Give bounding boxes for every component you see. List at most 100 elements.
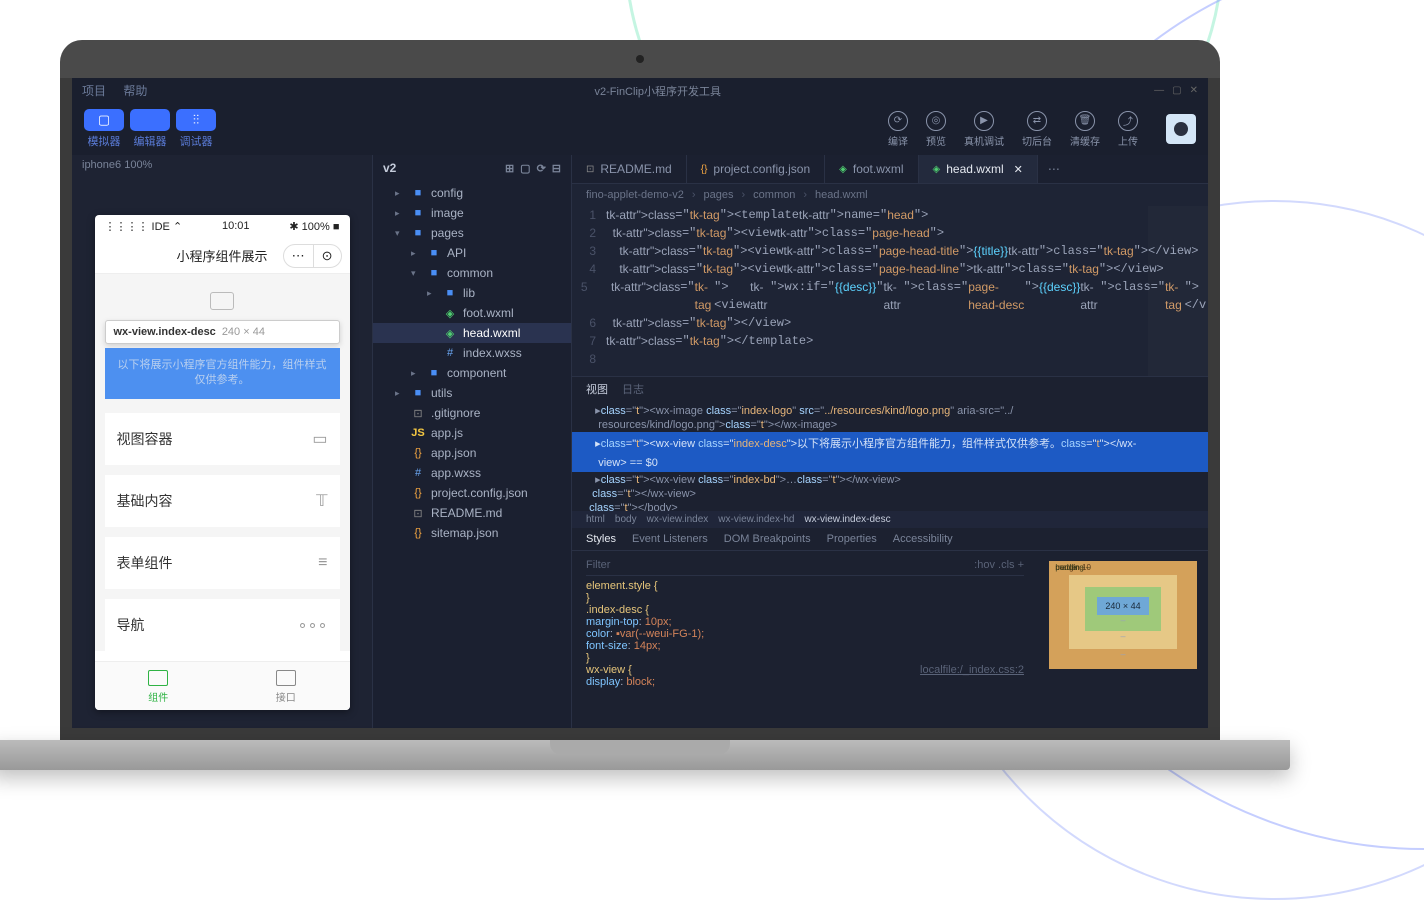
project-root[interactable]: v2 — [383, 161, 396, 175]
minimap[interactable] — [1148, 206, 1208, 376]
new-folder-icon[interactable]: ▢ — [520, 162, 530, 175]
inspector-tooltip: wx-view.index-desc240 × 44 — [105, 320, 340, 344]
minimize-icon[interactable]: — — [1154, 85, 1164, 96]
capsule-close-icon[interactable]: ⊙ — [313, 245, 341, 267]
maximize-icon[interactable]: ▢ — [1172, 85, 1181, 96]
file-explorer: v2 ⊞ ▢ ⟳ ⊟ ▸ ■ config ▸ ■ image ▾ ■ — [372, 155, 572, 728]
tree-item[interactable]: ⊡ README.md — [373, 503, 571, 523]
dom-node[interactable]: view> == $0 — [572, 454, 1208, 472]
collapse-icon[interactable]: ⊟ — [552, 162, 561, 175]
simulator-panel: iphone6 100% ⋮⋮⋮⋮ IDE ⌃ 10:01 ✱ 100% ■ 小… — [72, 155, 372, 728]
highlighted-element[interactable]: 以下将展示小程序官方组件能力，组件样式仅供参考。 — [105, 348, 340, 399]
action-切后台[interactable]: ⇄切后台 — [1022, 111, 1052, 148]
filter-controls[interactable]: :hov .cls + — [974, 559, 1024, 571]
tree-item[interactable]: ▸ ■ utils — [373, 383, 571, 403]
menu-project[interactable]: 项目 — [82, 84, 106, 98]
style-tab[interactable]: Accessibility — [893, 533, 953, 545]
logo-icon — [210, 292, 234, 310]
tool-1[interactable]: 编辑器 — [130, 109, 170, 149]
crumb[interactable]: fino-applet-demo-v2 — [586, 189, 684, 201]
editor-tabs: ⊡README.md {}project.config.json ◈foot.w… — [572, 155, 1208, 184]
editor-tab[interactable]: {}project.config.json — [687, 155, 825, 183]
tree-item[interactable]: # app.wxss — [373, 463, 571, 483]
breadcrumb: fino-applet-demo-v2›pages›common›head.wx… — [572, 184, 1208, 206]
editor-tab[interactable]: ⊡README.md — [572, 155, 687, 183]
action-清缓存[interactable]: 🗑清缓存 — [1070, 111, 1100, 148]
devtab-view[interactable]: 视图 — [586, 381, 608, 397]
dom-tree[interactable]: ▸class="t"><wx-image class="index-logo" … — [572, 401, 1208, 511]
tree-item[interactable]: ▸ ■ API — [373, 243, 571, 263]
action-预览[interactable]: ◎预览 — [926, 111, 946, 148]
tree-item[interactable]: ◈ foot.wxml — [373, 303, 571, 323]
tree-item[interactable]: ▾ ■ pages — [373, 223, 571, 243]
tab-接口[interactable]: 接口 — [222, 662, 350, 710]
style-tab[interactable]: Event Listeners — [632, 533, 708, 545]
action-真机调试[interactable]: ▶真机调试 — [964, 111, 1004, 148]
window-controls: — ▢ ✕ — [1154, 85, 1198, 96]
style-tab[interactable]: DOM Breakpoints — [724, 533, 811, 545]
list-item[interactable]: 视图容器▭ — [105, 413, 340, 465]
dom-node[interactable]: class="t"></wx-view> — [586, 487, 1194, 501]
refresh-icon[interactable]: ⟳ — [537, 162, 546, 175]
menu-help[interactable]: 帮助 — [123, 84, 147, 98]
tree-item[interactable]: {} sitemap.json — [373, 523, 571, 543]
status-left: ⋮⋮⋮⋮ IDE ⌃ — [105, 220, 183, 233]
status-right: ✱ 100% ■ — [289, 220, 339, 233]
laptop-frame: 项目 帮助 v2-FinClip小程序开发工具 — ▢ ✕ ▢模拟器 编辑器 ⫶… — [60, 40, 1220, 770]
style-tab[interactable]: Properties — [827, 533, 877, 545]
path-segment[interactable]: wx-view.index-hd — [718, 514, 794, 525]
tree-item[interactable]: ⊡ .gitignore — [373, 403, 571, 423]
dom-node[interactable]: class="t"></body> — [586, 501, 1194, 511]
dom-node[interactable]: resources/kind/logo.png">class="t"></wx-… — [586, 418, 1194, 432]
window-title: v2-FinClip小程序开发工具 — [595, 83, 722, 99]
list-item[interactable]: 基础内容𝕋 — [105, 475, 340, 527]
page-title: 小程序组件展示 — [176, 246, 267, 265]
devtab-log[interactable]: 日志 — [622, 381, 644, 397]
tree-item[interactable]: ◈ head.wxml — [373, 323, 571, 343]
path-segment[interactable]: body — [615, 514, 637, 525]
list-item[interactable]: 导航∘∘∘ — [105, 599, 340, 651]
dom-node[interactable]: ▸class="t"><wx-view class="index-desc">以… — [572, 432, 1208, 454]
close-tab-icon[interactable]: ✕ — [1014, 163, 1023, 176]
action-上传[interactable]: ⤴上传 — [1118, 111, 1138, 148]
filter-input[interactable]: Filter — [586, 559, 610, 571]
toolbar: ▢模拟器 编辑器 ⫶⫶调试器 ⟳编译 ◎预览 ▶真机调试 ⇄切后台 🗑清缓存 ⤴… — [72, 103, 1208, 155]
tree-item[interactable]: {} project.config.json — [373, 483, 571, 503]
tree-item[interactable]: {} app.json — [373, 443, 571, 463]
style-tab[interactable]: Styles — [586, 533, 616, 545]
tree-item[interactable]: JS app.js — [373, 423, 571, 443]
editor-tab[interactable]: ◈head.wxml✕ — [919, 155, 1038, 183]
tree-item[interactable]: ▸ ■ image — [373, 203, 571, 223]
crumb[interactable]: common — [753, 189, 795, 201]
close-icon[interactable]: ✕ — [1190, 85, 1198, 96]
device-label: iphone6 100% — [72, 155, 372, 175]
tree-item[interactable]: ▸ ■ component — [373, 363, 571, 383]
style-rules[interactable]: Filter :hov .cls + element.style {}.inde… — [572, 551, 1038, 728]
tab-组件[interactable]: 组件 — [95, 662, 223, 710]
tree-item[interactable]: ▾ ■ common — [373, 263, 571, 283]
tab-overflow-icon[interactable]: ⋯ — [1038, 156, 1070, 182]
action-编译[interactable]: ⟳编译 — [888, 111, 908, 148]
new-file-icon[interactable]: ⊞ — [505, 162, 514, 175]
tree-item[interactable]: # index.wxss — [373, 343, 571, 363]
editor-tab[interactable]: ◈foot.wxml — [825, 155, 918, 183]
crumb[interactable]: head.wxml — [815, 189, 868, 201]
path-segment[interactable]: html — [586, 514, 605, 525]
path-segment[interactable]: wx-view.index-desc — [804, 514, 890, 525]
status-time: 10:01 — [222, 220, 250, 233]
tree-item[interactable]: ▸ ■ lib — [373, 283, 571, 303]
code-editor[interactable]: 1tk-attr">class="tk-tag"><template tk-at… — [572, 206, 1208, 376]
dom-path: html body wx-view.index wx-view.index-hd wx-… — [572, 511, 1208, 528]
crumb[interactable]: pages — [704, 189, 734, 201]
capsule-menu-icon[interactable]: ⋯ — [284, 245, 313, 267]
dom-node[interactable]: ▸class="t"><wx-view class="index-bd">…cl… — [586, 472, 1194, 487]
list-item[interactable]: 表单组件≡ — [105, 537, 340, 589]
phone-preview: ⋮⋮⋮⋮ IDE ⌃ 10:01 ✱ 100% ■ 小程序组件展示 ⋯ ⊙ — [95, 215, 350, 710]
avatar[interactable] — [1166, 114, 1196, 144]
tree-item[interactable]: ▸ ■ config — [373, 183, 571, 203]
dom-node[interactable]: ▸class="t"><wx-image class="index-logo" … — [586, 403, 1194, 418]
tool-0[interactable]: ▢模拟器 — [84, 109, 124, 149]
titlebar: 项目 帮助 v2-FinClip小程序开发工具 — ▢ ✕ — [72, 78, 1208, 103]
tool-2[interactable]: ⫶⫶调试器 — [176, 109, 216, 149]
path-segment[interactable]: wx-view.index — [647, 514, 709, 525]
